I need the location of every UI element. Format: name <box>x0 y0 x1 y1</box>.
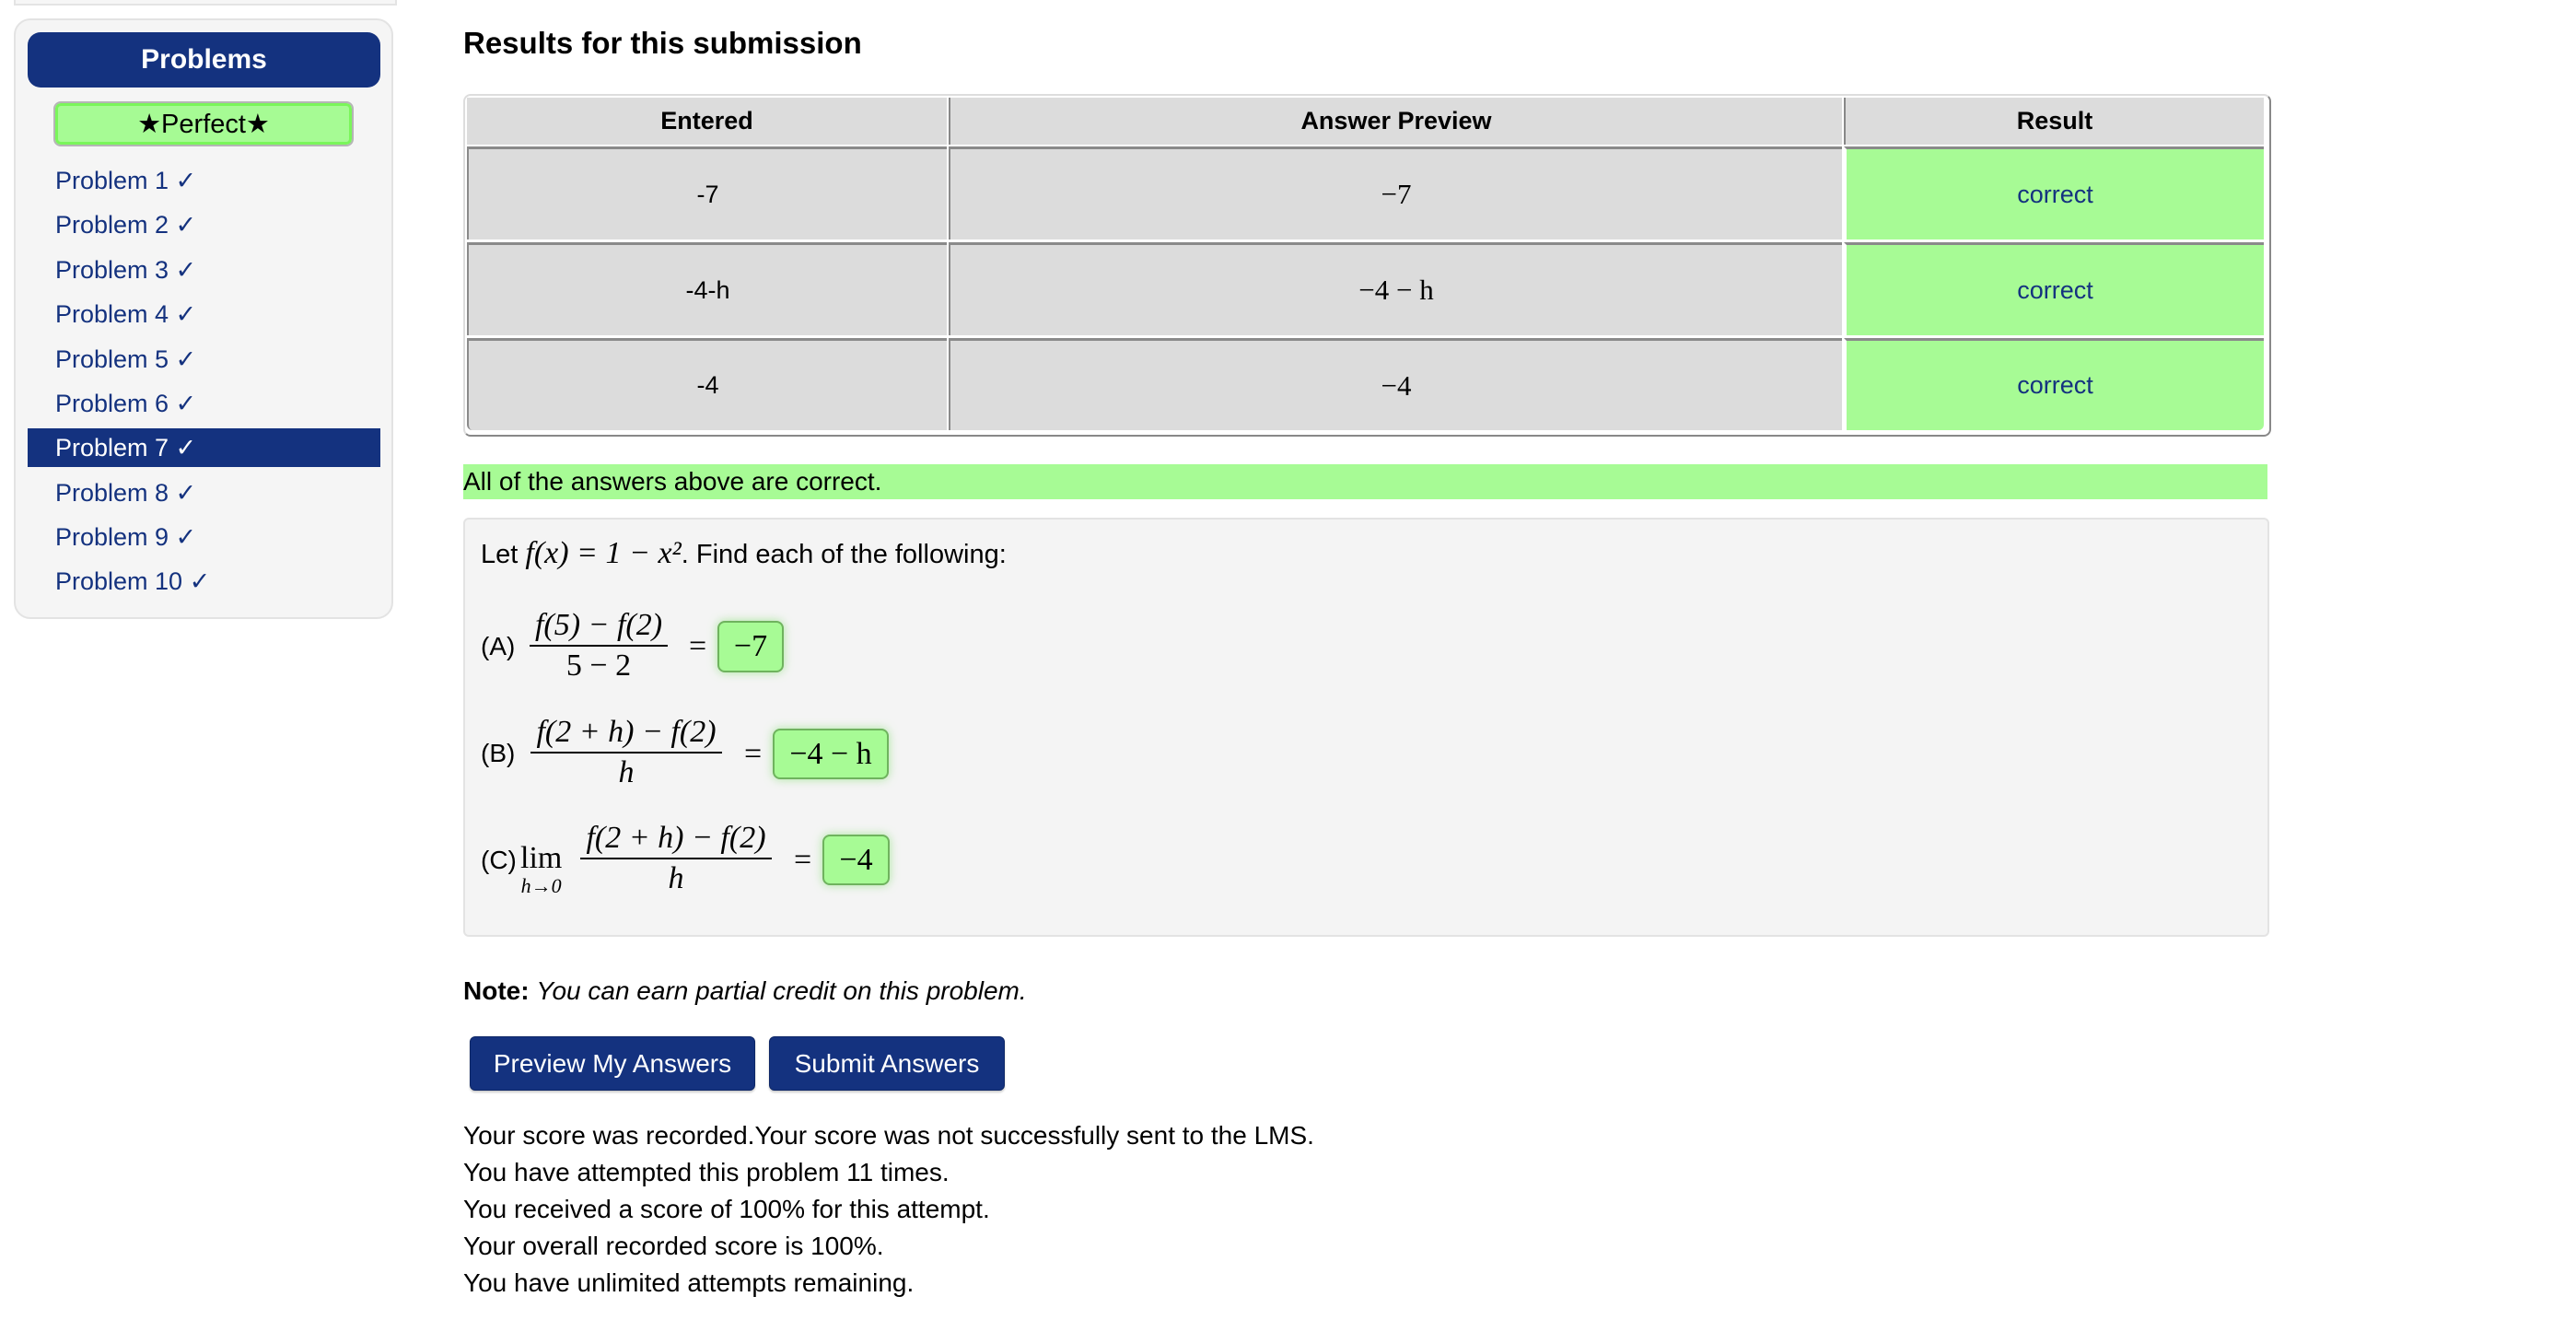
all-correct-banner: All of the answers above are correct. <box>463 464 2267 499</box>
part-c-numerator: f(2 + h) − f(2) <box>580 821 772 859</box>
part-b-equals: = <box>744 737 763 771</box>
intro-suffix: . Find each of the following: <box>681 540 1007 569</box>
part-c-answer-input[interactable]: −4 <box>822 835 890 885</box>
result-cell: correct <box>1844 338 2264 430</box>
problem-intro: Let f(x) = 1 − x² . Find each of the fol… <box>481 536 1007 571</box>
sidebar-item-problem-4[interactable]: Problem 4 ✓ <box>28 295 380 333</box>
part-c-denominator: h <box>668 861 684 895</box>
partial-credit-note: Note: You can earn partial credit on thi… <box>463 976 1027 1006</box>
answer-preview-cell: −4 − h <box>949 242 1842 335</box>
score-message: Your overall recorded score is 100%. <box>463 1232 884 1260</box>
part-b-fraction: f(2 + h) − f(2) h <box>520 715 732 790</box>
part-c-fraction: f(2 + h) − f(2) h <box>570 821 782 896</box>
part-a-fraction: f(5) − f(2) 5 − 2 <box>520 608 677 683</box>
limit-operator: lim <box>520 841 563 875</box>
preview-answers-button[interactable]: Preview My Answers <box>470 1036 755 1091</box>
entered-cell: -4-h <box>467 242 947 335</box>
previous-panel-edge <box>14 0 397 6</box>
limit-subscript: h→0 <box>520 874 562 897</box>
intro-prefix: Let <box>481 540 526 569</box>
part-a-denominator: 5 − 2 <box>565 648 632 683</box>
part-c-limit: lim h→0 <box>520 843 562 898</box>
part-a-numerator: f(5) − f(2) <box>529 608 669 647</box>
score-message: Your score was recorded.Your score was n… <box>463 1121 1314 1150</box>
part-c-equals: = <box>794 843 812 877</box>
sidebar-item-problem-2[interactable]: Problem 2 ✓ <box>28 205 380 244</box>
result-cell: correct <box>1844 242 2264 335</box>
sidebar-item-problem-9[interactable]: Problem 9 ✓ <box>28 518 380 556</box>
part-a-answer-input[interactable]: −7 <box>717 621 784 672</box>
entered-cell: -7 <box>467 146 947 239</box>
score-message: You have unlimited attempts remaining. <box>463 1268 915 1297</box>
perfect-status-badge: ★Perfect★ <box>53 101 354 146</box>
answer-preview-cell: −7 <box>949 146 1842 239</box>
sidebar-item-problem-8[interactable]: Problem 8 ✓ <box>28 473 380 512</box>
results-table: Entered Answer Preview Result -7 −7 corr… <box>463 94 2271 437</box>
column-header-answer-preview: Answer Preview <box>949 98 1842 145</box>
sidebar-item-problem-3[interactable]: Problem 3 ✓ <box>28 251 380 289</box>
part-c-label: (C) <box>481 846 517 874</box>
column-header-entered: Entered <box>467 98 947 145</box>
sidebar-item-problem-6[interactable]: Problem 6 ✓ <box>28 384 380 423</box>
intro-function: f(x) = 1 − x² <box>525 536 682 570</box>
note-text: You can earn partial credit on this prob… <box>536 976 1027 1005</box>
results-heading: Results for this submission <box>463 26 862 60</box>
sidebar-item-problem-7[interactable]: Problem 7 ✓ <box>28 428 380 467</box>
sidebar-title: Problems <box>28 32 380 88</box>
note-label: Note: <box>463 976 537 1005</box>
part-a-label: (A) <box>481 632 516 660</box>
answer-preview-cell: −4 <box>949 338 1842 430</box>
part-b-numerator: f(2 + h) − f(2) <box>530 715 722 753</box>
result-cell: correct <box>1844 146 2264 239</box>
score-message: You have attempted this problem 11 times… <box>463 1158 950 1186</box>
column-header-result: Result <box>1844 98 2264 145</box>
entered-cell: -4 <box>467 338 947 430</box>
submit-answers-button[interactable]: Submit Answers <box>769 1036 1005 1091</box>
score-message: You received a score of 100% for this at… <box>463 1195 990 1223</box>
part-b-label: (B) <box>481 739 516 767</box>
part-b-denominator: h <box>618 755 635 789</box>
part-a-equals: = <box>689 629 707 663</box>
part-b-answer-input[interactable]: −4 − h <box>773 729 889 779</box>
sidebar-item-problem-5[interactable]: Problem 5 ✓ <box>28 340 380 379</box>
sidebar-item-problem-1[interactable]: Problem 1 ✓ <box>28 161 380 200</box>
sidebar-item-problem-10[interactable]: Problem 10 ✓ <box>28 562 380 601</box>
